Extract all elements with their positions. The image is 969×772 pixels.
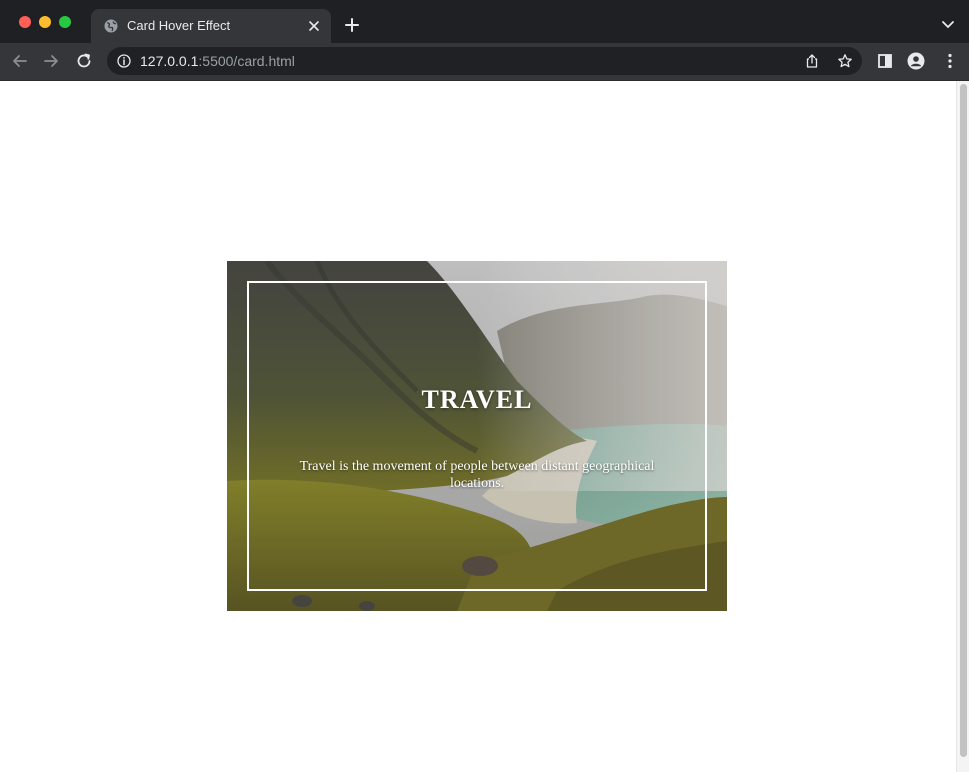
reload-icon[interactable] — [75, 52, 93, 70]
card-title: TRAVEL — [421, 385, 533, 414]
tab-strip: Card Hover Effect — [0, 0, 969, 43]
fullscreen-window-button[interactable] — [59, 16, 71, 28]
profile-icon[interactable] — [907, 52, 925, 70]
travel-card[interactable]: TRAVEL Travel is the movement of people … — [227, 261, 727, 611]
close-icon[interactable] — [307, 19, 321, 33]
side-panel-icon[interactable] — [876, 52, 894, 70]
forward-arrow-icon[interactable] — [42, 52, 60, 70]
chevron-down-icon[interactable] — [941, 19, 955, 31]
browser-toolbar: 127.0.0.1:5500/card.html — [0, 43, 969, 81]
page-viewport: TRAVEL Travel is the movement of people … — [0, 81, 969, 772]
card-border-frame — [247, 281, 707, 591]
url-text[interactable]: 127.0.0.1:5500/card.html — [140, 53, 295, 69]
plus-icon[interactable] — [344, 17, 360, 33]
scrollbar-thumb[interactable] — [960, 84, 967, 757]
close-window-button[interactable] — [19, 16, 31, 28]
minimize-window-button[interactable] — [39, 16, 51, 28]
globe-icon — [104, 19, 118, 33]
url-host: 127.0.0.1 — [140, 53, 199, 69]
more-vert-icon[interactable] — [941, 52, 959, 70]
address-bar[interactable]: 127.0.0.1:5500/card.html — [107, 47, 862, 75]
browser-tab[interactable]: Card Hover Effect — [91, 9, 331, 43]
info-icon[interactable] — [117, 54, 131, 68]
back-arrow-icon[interactable] — [11, 52, 29, 70]
card-description: Travel is the movement of people between… — [299, 459, 655, 491]
tab-title: Card Hover Effect — [127, 18, 231, 33]
star-icon[interactable] — [837, 53, 853, 69]
page-scrollbar[interactable] — [956, 81, 969, 772]
share-icon[interactable] — [804, 53, 820, 69]
url-path: :5500/card.html — [198, 53, 295, 69]
